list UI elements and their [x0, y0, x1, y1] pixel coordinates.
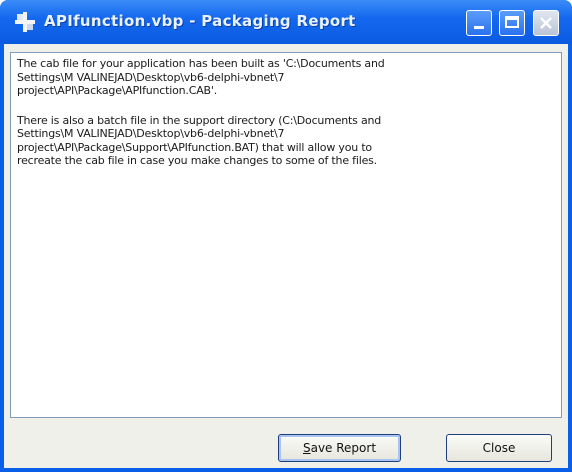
report-paragraph-cab: The cab file for your application has be…: [17, 57, 385, 97]
close-icon: [540, 17, 552, 29]
report-paragraph-batch: There is also a batch file in the suppor…: [17, 113, 382, 168]
close-button[interactable]: Close: [446, 434, 552, 462]
setup-package-icon: [15, 12, 35, 32]
minimize-button[interactable]: [466, 10, 492, 36]
save-report-label: ave Report: [310, 441, 377, 455]
packaging-report-window: APIfunction.vbp - Packaging Report The c…: [0, 0, 572, 472]
maximize-button[interactable]: [499, 10, 525, 36]
close-window-button[interactable]: [533, 10, 559, 36]
title-bar[interactable]: APIfunction.vbp - Packaging Report: [0, 0, 572, 44]
window-title: APIfunction.vbp - Packaging Report: [44, 12, 356, 30]
save-report-button[interactable]: Save Report: [278, 434, 401, 462]
save-report-mnemonic: S: [302, 441, 311, 455]
maximize-icon: [505, 16, 519, 28]
report-text-area[interactable]: The cab file for your application has be…: [10, 52, 562, 418]
minimize-icon: [474, 26, 484, 29]
